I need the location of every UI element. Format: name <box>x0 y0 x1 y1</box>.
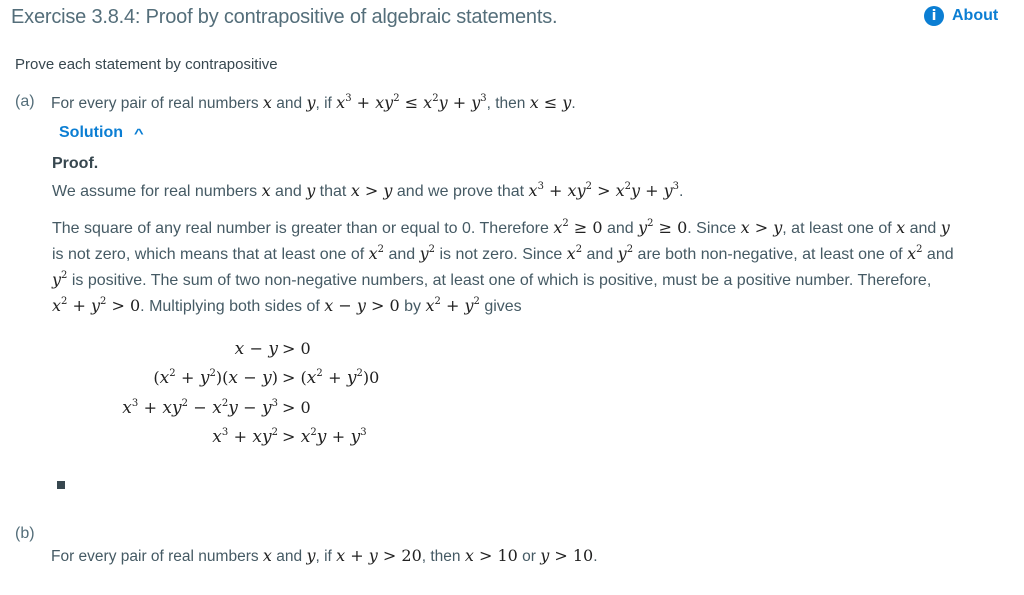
math-var: x <box>261 181 271 200</box>
proof-heading: Proof. <box>52 155 99 172</box>
text: For every pair of real numbers <box>51 548 263 565</box>
math-goal: x3 + xy2 > x2y + y3 <box>528 181 679 200</box>
math-var: x <box>262 93 272 112</box>
text: . <box>593 548 598 565</box>
proof-paragraph-2-line-4: x2 + y2 > 0. Multiplying both sides of x… <box>52 296 522 315</box>
text: and <box>271 95 307 112</box>
math-conclusion-1: x > 10 <box>464 546 518 565</box>
solution-label: Solution <box>59 124 123 141</box>
text: . <box>571 95 576 112</box>
math-var: x <box>262 546 272 565</box>
text: and <box>270 183 307 200</box>
text: and <box>271 548 307 565</box>
equation-rhs: > (x2 + y2)0 <box>282 368 380 388</box>
text: We assume for real numbers <box>52 183 262 200</box>
text: , if <box>315 548 337 565</box>
text: or <box>517 548 541 565</box>
part-a-statement: For every pair of real numbers x and y, … <box>51 93 576 113</box>
about-button[interactable]: i About <box>924 6 998 26</box>
qed-square-icon <box>57 481 65 489</box>
part-a-label: (a) <box>15 93 35 110</box>
text: , then <box>421 548 465 565</box>
chevron-up-icon: ^ <box>133 125 144 141</box>
equation-lhs: x3 + xy2 − x2y − y3 <box>122 398 278 418</box>
part-b-label: (b) <box>15 525 35 542</box>
proof-paragraph-2-line-1: The square of any real number is greater… <box>52 218 950 237</box>
text: that <box>315 183 351 200</box>
equation-rhs: > 0 <box>282 339 311 358</box>
about-label: About <box>952 7 999 24</box>
equation-lhs: x3 + xy2 <box>212 427 278 447</box>
proof-paragraph-2-line-3: y2 is positive. The sum of two non-negat… <box>52 270 932 289</box>
text: , then <box>486 95 530 112</box>
math-conclusion-2: y > 10 <box>540 546 594 565</box>
text: , if <box>315 95 337 112</box>
proof-paragraph-1: We assume for real numbers x and y that … <box>52 181 683 201</box>
equation-lhs: (x2 + y2)(x − y) <box>153 368 278 388</box>
math-var: y <box>306 181 316 200</box>
equation-rhs: > x2y + y3 <box>282 427 367 447</box>
info-icon: i <box>924 6 944 26</box>
equation-rhs: > 0 <box>282 398 311 417</box>
math-hypothesis: x + y > 20 <box>336 546 422 565</box>
math-assumption: x > y <box>350 181 393 200</box>
part-b-statement: For every pair of real numbers x and y, … <box>51 546 598 566</box>
solution-toggle[interactable]: Solution ^ <box>59 124 144 142</box>
text: . <box>679 183 684 200</box>
text: For every pair of real numbers <box>51 95 263 112</box>
exercise-intro: Prove each statement by contrapositive <box>15 56 278 73</box>
equation-lhs: x − y <box>234 339 278 359</box>
proof-paragraph-2-line-2: is not zero, which means that at least o… <box>52 244 954 263</box>
page-title: Exercise 3.8.4: Proof by contrapositive … <box>11 6 558 28</box>
text: and we prove that <box>392 183 529 200</box>
math-conclusion: x ≤ y <box>529 93 572 112</box>
math-hypothesis: x3 + xy2 ≤ x2y + y3 <box>336 93 487 112</box>
